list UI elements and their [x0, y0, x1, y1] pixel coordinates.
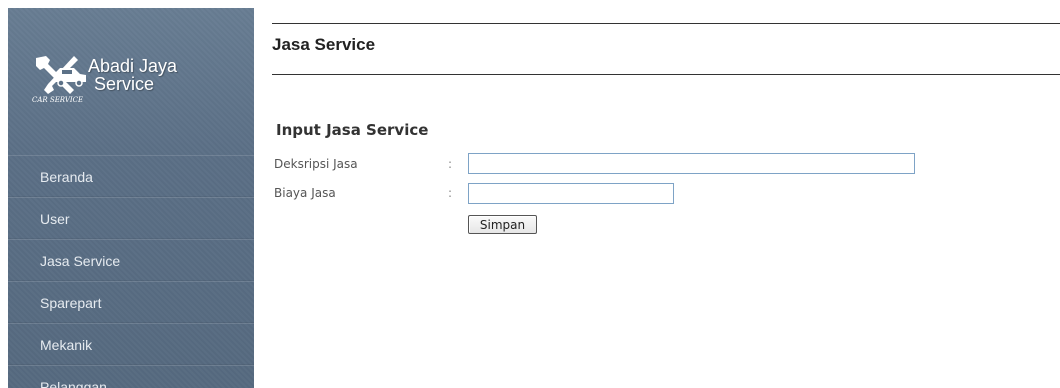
main-content: Jasa Service Input Jasa Service Deksrips…: [272, 0, 1060, 388]
page-title: Jasa Service: [272, 35, 376, 54]
brand-logo[interactable]: Abadi Jaya Service CAR SERVICE: [30, 44, 230, 114]
brand-tagline: CAR SERVICE: [32, 96, 84, 104]
deskripsi-jasa-separator: :: [448, 157, 453, 171]
form-heading: Input Jasa Service: [276, 121, 429, 139]
sidebar-item-beranda[interactable]: Beranda: [8, 155, 254, 197]
biaya-jasa-input[interactable]: [468, 183, 674, 204]
deskripsi-jasa-input[interactable]: [468, 153, 915, 174]
sidebar-item-pelanggan[interactable]: Pelanggan: [8, 365, 254, 388]
sidebar-item-jasa-service[interactable]: Jasa Service: [8, 239, 254, 281]
brand-name-line2: Service: [94, 74, 155, 94]
deskripsi-jasa-label: Deksripsi Jasa: [274, 157, 358, 171]
app-window: Abadi Jaya Service CAR SERVICE Beranda U…: [0, 0, 1060, 388]
sidebar-item-mekanik[interactable]: Mekanik: [8, 323, 254, 365]
wrench-car-icon: [36, 56, 86, 94]
header-divider-top: [272, 23, 1060, 24]
sidebar-nav: Beranda User Jasa Service Sparepart Meka…: [8, 155, 254, 388]
header-divider-bottom: [272, 74, 1060, 75]
biaya-jasa-separator: :: [448, 186, 453, 200]
biaya-jasa-label: Biaya Jasa: [274, 186, 336, 200]
brand-name-line1: Abadi Jaya: [88, 56, 178, 76]
sidebar-item-sparepart[interactable]: Sparepart: [8, 281, 254, 323]
sidebar-item-user[interactable]: User: [8, 197, 254, 239]
simpan-button[interactable]: Simpan: [468, 215, 537, 234]
sidebar: Abadi Jaya Service CAR SERVICE Beranda U…: [8, 8, 254, 388]
